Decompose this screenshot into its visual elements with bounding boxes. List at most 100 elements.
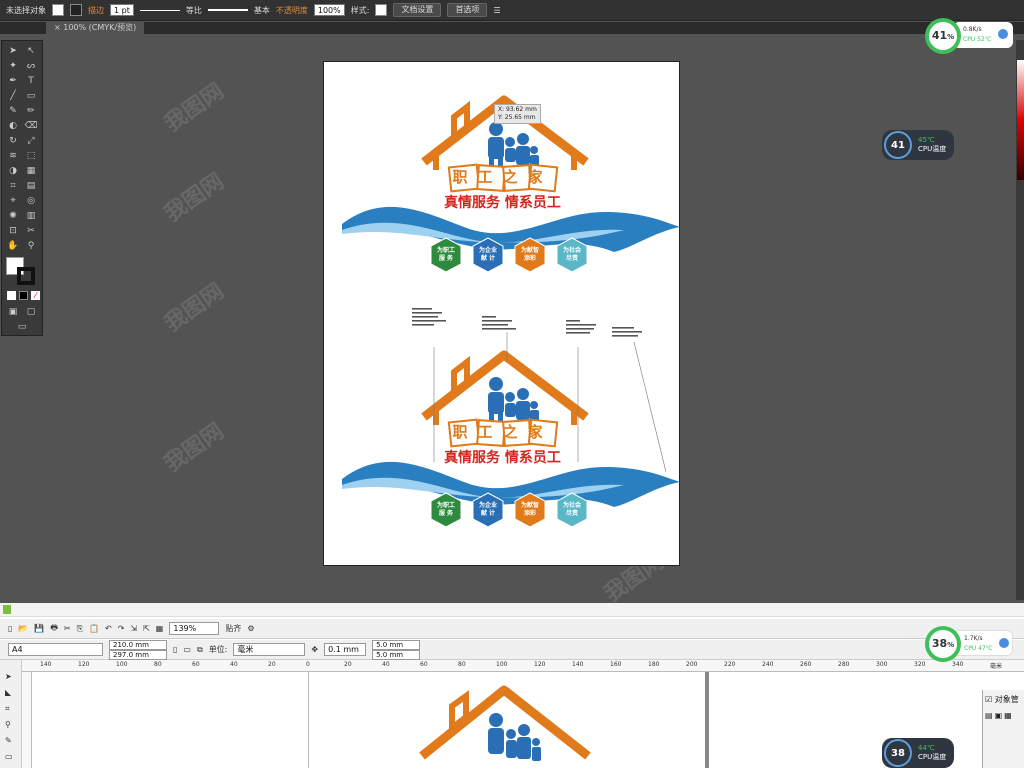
opacity-field[interactable]: 100% (313, 4, 345, 16)
import-icon[interactable]: ⇲ (130, 624, 137, 633)
color-spectrum[interactable] (1017, 60, 1024, 180)
stroke-profile-label[interactable]: 等比 (186, 5, 202, 16)
warp-tool-icon[interactable]: ≋ (6, 150, 20, 162)
cpu-widget-bottom[interactable]: 38 44℃ CPU温度 (882, 738, 954, 768)
gradient-tool-icon[interactable]: ▤ (24, 180, 38, 192)
document-tab[interactable]: × 100% (CMYK/预览) (46, 22, 145, 34)
portrait-icon[interactable]: ▯ (173, 645, 177, 654)
snap-to-menu[interactable]: 贴齐 (225, 623, 241, 634)
paste-icon[interactable]: 📋 (89, 624, 99, 633)
boost-icon[interactable] (999, 638, 1009, 648)
watermark: 我图网 (160, 278, 229, 338)
eyedropper-icon[interactable]: ⌖ (6, 195, 20, 207)
draw-normal-icon[interactable]: ▣ (6, 306, 20, 318)
crop-tool-icon[interactable]: ⌗ (5, 704, 10, 714)
stroke-weight-field[interactable]: 1 pt (110, 4, 134, 16)
draw-behind-icon[interactable]: ▢ (24, 306, 38, 318)
screen-mode-icon[interactable]: ▭ (15, 321, 29, 333)
eraser-tool-icon[interactable]: ⌫ (24, 120, 38, 132)
horizontal-ruler[interactable]: 140 120 100 80 60 40 20 0 20 40 60 80 100 120 140 160 18… (22, 660, 1024, 672)
units-select[interactable]: 毫米 (233, 643, 306, 656)
options-icon[interactable]: ⚙ (247, 624, 254, 633)
cpu-usage-ring-top[interactable]: 41% (925, 18, 961, 54)
all-pages-icon[interactable]: ⧉ (197, 645, 203, 655)
blend-tool-icon[interactable]: ◎ (24, 195, 38, 207)
fill-swatch[interactable] (52, 4, 64, 16)
hand-tool-icon[interactable]: ✋ (6, 240, 20, 252)
rectangle-tool-icon[interactable]: ▭ (5, 752, 13, 761)
scale-tool-icon[interactable]: ⤢ (24, 135, 38, 147)
brush-label[interactable]: 基本 (254, 5, 270, 16)
coreldraw-canvas[interactable] (32, 672, 982, 768)
gradient-mode-icon[interactable] (19, 291, 28, 300)
type-tool-icon[interactable]: T (24, 75, 38, 87)
perspective-grid-icon[interactable]: ▦ (24, 165, 38, 177)
layer-manager-icon[interactable]: ▦ (1004, 711, 1012, 720)
boost-icon[interactable] (998, 29, 1008, 39)
duplicate-y-field[interactable]: 5.0 mm (372, 649, 421, 660)
opacity-label[interactable]: 不透明度 (276, 5, 308, 16)
free-transform-icon[interactable]: ⬚ (24, 150, 38, 162)
blob-brush-icon[interactable]: ◐ (6, 120, 20, 132)
new-document-icon[interactable]: ▯ (8, 624, 12, 633)
rotate-tool-icon[interactable]: ↻ (6, 135, 20, 147)
zoom-tool-icon[interactable]: ⚲ (5, 720, 11, 729)
print-icon[interactable]: 🖶 (50, 622, 58, 636)
rectangle-tool-icon[interactable]: ▭ (24, 90, 38, 102)
document-setup-button[interactable]: 文档设置 (393, 3, 442, 17)
save-icon[interactable]: 💾 (34, 624, 44, 633)
open-icon[interactable]: 📂 (18, 624, 28, 633)
pencil-tool-icon[interactable]: ✏ (24, 105, 38, 117)
style-swatch[interactable] (375, 4, 388, 16)
stroke-color-icon[interactable] (17, 267, 35, 285)
selection-tool-icon[interactable]: ➤ (6, 45, 20, 57)
redo-icon[interactable]: ↷ (118, 624, 125, 633)
cpu-usage-ring-bottom[interactable]: 38% (925, 626, 961, 662)
arrange-icon[interactable]: ☰ (493, 6, 500, 15)
shape-tool-icon[interactable]: ◣ (5, 688, 11, 697)
zoom-level-field[interactable]: 139% (169, 622, 220, 635)
duplicate-x-field[interactable]: 5.0 mm (372, 639, 421, 650)
cut-icon[interactable]: ✂ (64, 624, 71, 633)
direct-selection-icon[interactable]: ↖ (24, 45, 38, 57)
badge-line2: 添彩 (523, 510, 536, 517)
brush-tool-icon[interactable]: ✎ (6, 105, 20, 117)
lasso-icon[interactable]: ᔕ (24, 60, 38, 72)
shape-builder-icon[interactable]: ◑ (6, 165, 20, 177)
symbol-sprayer-icon[interactable]: ✺ (6, 210, 20, 222)
magic-wand-icon[interactable]: ✦ (6, 60, 20, 72)
badge-line1: 为职工 (436, 247, 455, 254)
landscape-icon[interactable]: ▭ (183, 645, 191, 654)
ruler-tick-label: 340 (952, 661, 964, 668)
pick-tool-icon[interactable]: ➤ (5, 672, 12, 681)
layer-icon[interactable]: ▤ (985, 711, 993, 720)
page-height-field[interactable]: 297.0 mm (109, 649, 167, 660)
line-tool-icon[interactable]: ╱ (6, 90, 20, 102)
nudge-distance-field[interactable]: 0.1 mm (324, 643, 367, 656)
zoom-tool-icon[interactable]: ⚲ (24, 240, 38, 252)
pen-tool-icon[interactable]: ✒ (6, 75, 20, 87)
cpu-widget-top[interactable]: 41 45℃ CPU温度 (882, 130, 954, 160)
page-width-field[interactable]: 210.0 mm (109, 639, 167, 650)
stroke-label[interactable]: 描边 (88, 5, 104, 16)
freehand-tool-icon[interactable]: ✎ (5, 736, 12, 745)
artboard[interactable]: 职工之家 真情服务 情系员工 职工之家 真情服务 情系员工 为职工服 务为企业献… (323, 61, 680, 566)
vertical-ruler[interactable] (22, 672, 32, 768)
checkbox-icon[interactable]: ☑ (985, 695, 992, 704)
mesh-tool-icon[interactable]: ⌗ (6, 180, 20, 192)
none-mode-icon[interactable]: ⁄ (31, 291, 40, 300)
close-icon[interactable]: × (54, 23, 63, 32)
page-size-select[interactable]: A4 (8, 643, 103, 656)
copy-icon[interactable]: ⎘ (77, 624, 83, 634)
stroke-swatch[interactable] (70, 4, 82, 16)
export-icon[interactable]: ⇱ (143, 624, 150, 633)
graph-tool-icon[interactable]: ▥ (24, 210, 38, 222)
color-mode-icon[interactable] (7, 291, 16, 300)
new-layer-icon[interactable]: ▣ (995, 711, 1003, 720)
slice-tool-icon[interactable]: ✂ (24, 225, 38, 237)
publish-icon[interactable]: ▦ (156, 624, 164, 633)
undo-icon[interactable]: ↶ (105, 624, 112, 633)
ring-value: 41 (931, 29, 948, 42)
artboard-tool-icon[interactable]: ⊡ (6, 225, 20, 237)
preferences-button[interactable]: 首选项 (447, 3, 488, 17)
